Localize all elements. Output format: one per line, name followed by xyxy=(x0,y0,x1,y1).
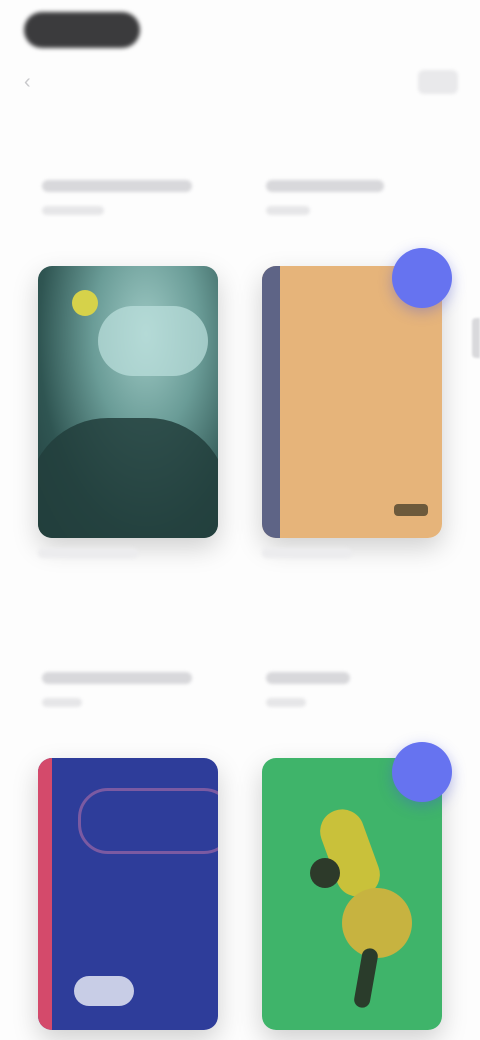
book-author-placeholder xyxy=(266,206,310,215)
figure-shape xyxy=(310,858,340,888)
cloud-shape xyxy=(98,306,208,376)
book-meta-placeholder xyxy=(262,548,352,558)
book-cover[interactable] xyxy=(38,758,218,1030)
header-title-pill[interactable] xyxy=(24,12,140,48)
swirl-shape xyxy=(78,788,218,854)
book-meta-placeholder xyxy=(38,548,138,558)
back-arrow-icon[interactable]: ‹ xyxy=(24,70,48,94)
book-author-placeholder xyxy=(42,206,104,215)
book-grid-screen: ‹ xyxy=(0,0,480,1040)
cover-art-landscape xyxy=(38,266,218,538)
new-badge-icon xyxy=(392,742,452,802)
book-title-placeholder xyxy=(266,180,384,192)
book-card[interactable] xyxy=(262,180,448,570)
hill-shape xyxy=(38,418,218,538)
book-title-placeholder xyxy=(266,672,350,684)
book-title-placeholder xyxy=(42,672,192,684)
cover-art-abstract xyxy=(38,758,218,1030)
scroll-edge-handle[interactable] xyxy=(472,318,480,358)
header-action-button[interactable] xyxy=(418,70,458,94)
figure-shape xyxy=(342,888,412,958)
book-cover[interactable] xyxy=(38,266,218,538)
publisher-mark xyxy=(394,504,428,516)
cover-emblem xyxy=(74,976,134,1006)
new-badge-icon xyxy=(392,248,452,308)
book-card[interactable] xyxy=(38,672,224,1040)
book-card[interactable] xyxy=(38,180,224,570)
cover-spine xyxy=(38,758,52,1030)
book-card[interactable] xyxy=(262,672,448,1040)
book-author-placeholder xyxy=(266,698,306,707)
book-title-placeholder xyxy=(42,180,192,192)
cover-spine xyxy=(262,266,280,538)
figure-shape xyxy=(352,947,380,1009)
sun-shape xyxy=(72,290,98,316)
book-author-placeholder xyxy=(42,698,82,707)
